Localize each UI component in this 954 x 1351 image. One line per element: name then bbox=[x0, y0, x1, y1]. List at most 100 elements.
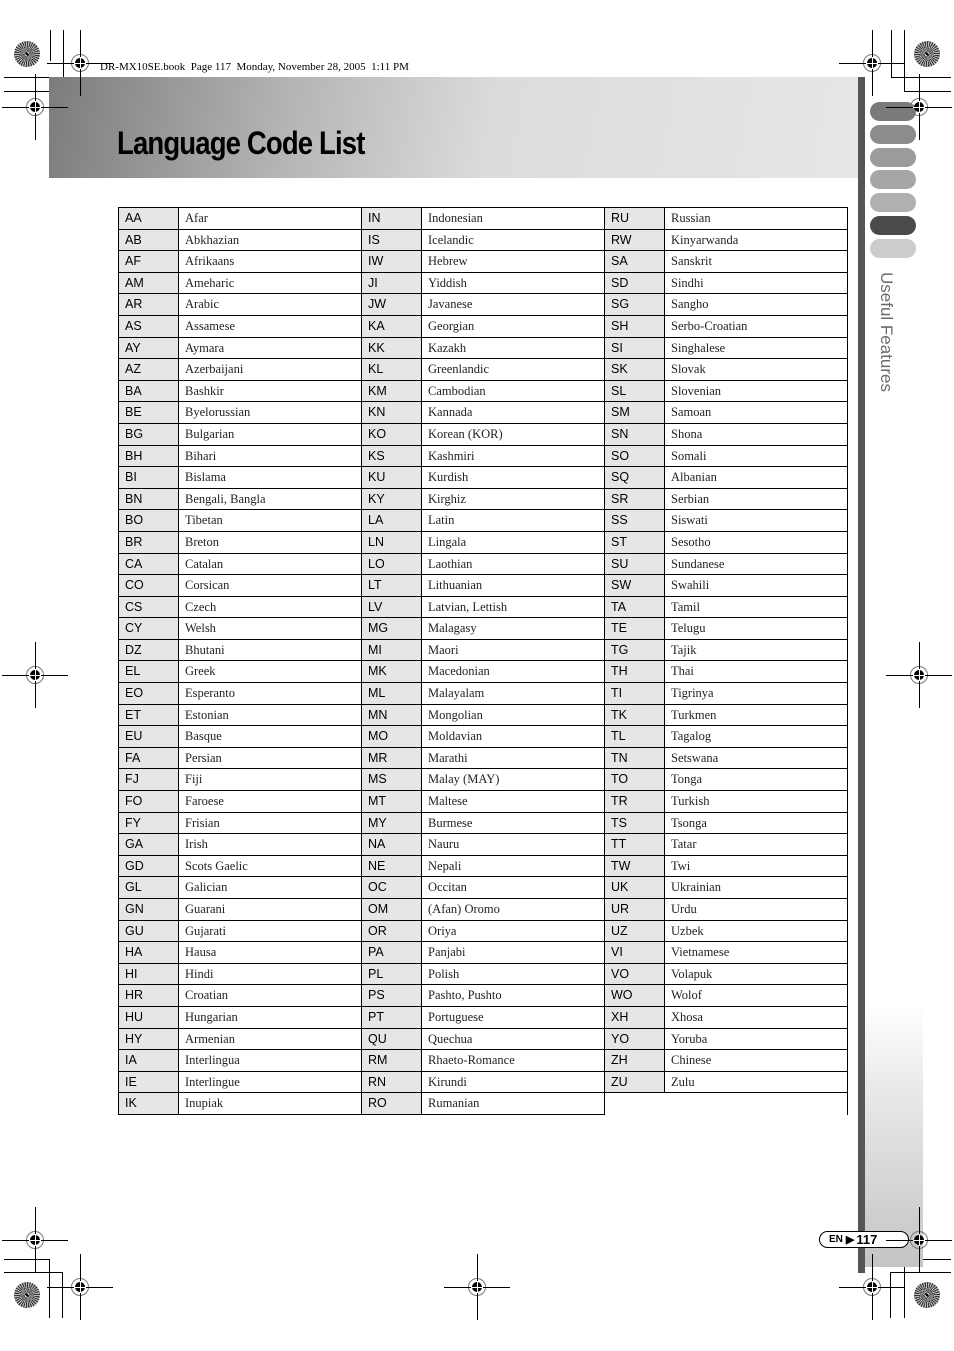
language-code: AR bbox=[119, 294, 179, 315]
crop-line bbox=[890, 1272, 891, 1318]
table-row: MO Moldavian bbox=[362, 725, 604, 747]
language-code: EU bbox=[119, 726, 179, 747]
language-code: EO bbox=[119, 683, 179, 704]
language-name: Bashkir bbox=[185, 383, 224, 398]
language-code: KO bbox=[362, 423, 422, 445]
table-row: AZ Azerbaijani bbox=[119, 358, 361, 380]
language-name: Latvian, Lettish bbox=[428, 599, 508, 614]
table-row: KN Kannada bbox=[362, 401, 604, 423]
language-code: MY bbox=[362, 812, 422, 834]
table-row: BH Bihari bbox=[119, 444, 361, 467]
language-name: Singhalese bbox=[671, 340, 726, 355]
table-row: AS Assamese bbox=[119, 314, 361, 337]
language-code: VO bbox=[605, 963, 665, 985]
table-row: SG Sangho bbox=[605, 293, 847, 315]
table-column: IN Indonesian IS Icelandic IW Hebrew JI Yiddish… bbox=[361, 207, 604, 1115]
language-name: Sundanese bbox=[671, 556, 725, 571]
language-code: MG bbox=[362, 618, 422, 639]
language-code: IE bbox=[119, 1071, 179, 1093]
language-code: CY bbox=[119, 618, 179, 639]
table-row: SS Siswati bbox=[605, 509, 847, 531]
table-row: ML Malayalam bbox=[362, 682, 604, 704]
language-name: Bengali, Bangla bbox=[185, 491, 266, 506]
language-name: Cambodian bbox=[428, 383, 486, 398]
language-name: Xhosa bbox=[671, 1009, 703, 1024]
language-name: Marathi bbox=[428, 750, 468, 765]
language-name: Greenlandic bbox=[428, 362, 490, 377]
language-code: TL bbox=[605, 726, 665, 747]
table-row: RM Rhaeto-Romance bbox=[362, 1049, 604, 1071]
language-name: Bhutani bbox=[185, 642, 225, 657]
language-code: UK bbox=[605, 877, 665, 898]
registration-mark-icon bbox=[444, 1254, 510, 1320]
color-target-icon bbox=[14, 1282, 40, 1308]
table-row: SI Singhalese bbox=[605, 336, 847, 359]
table-row: MI Maori bbox=[362, 638, 604, 661]
section-tab bbox=[870, 147, 916, 167]
table-row: KU Kurdish bbox=[362, 466, 604, 488]
table-row: LN Lingala bbox=[362, 530, 604, 553]
table-row: IE Interlingue bbox=[119, 1070, 361, 1093]
language-code: FA bbox=[119, 747, 179, 769]
table-row: CY Welsh bbox=[119, 617, 361, 639]
table-row: CO Corsican bbox=[119, 574, 361, 596]
table-column: RU Russian RW Kinyarwanda SA Sanskrit SD Sindhi… bbox=[604, 207, 848, 1115]
table-row: AM Ameharic bbox=[119, 271, 361, 294]
language-code: BA bbox=[119, 380, 179, 402]
table-row: IW Hebrew bbox=[362, 250, 604, 272]
language-code: GD bbox=[119, 855, 179, 877]
language-name: Aymara bbox=[185, 340, 225, 355]
table-row: SQ Albanian bbox=[605, 466, 847, 488]
language-code: BG bbox=[119, 423, 179, 445]
language-name: Volapuk bbox=[671, 966, 713, 981]
language-code: AF bbox=[119, 251, 179, 272]
language-name: Indonesian bbox=[428, 211, 483, 225]
language-name: Burmese bbox=[428, 815, 473, 830]
table-row: HR Croatian bbox=[119, 984, 361, 1006]
language-code: IW bbox=[362, 251, 422, 272]
language-code: TS bbox=[605, 812, 665, 834]
language-name: Sanskrit bbox=[671, 254, 712, 269]
table-row: NA Nauru bbox=[362, 833, 604, 855]
language-name: Bihari bbox=[185, 448, 217, 463]
language-code: YO bbox=[605, 1028, 665, 1050]
table-row: OR Oriya bbox=[362, 919, 604, 942]
language-name: Rhaeto-Romance bbox=[428, 1053, 515, 1068]
language-name: Arabic bbox=[185, 297, 220, 312]
registration-mark-icon bbox=[839, 1254, 905, 1320]
language-code: LN bbox=[362, 531, 422, 553]
page-title: Language Code List bbox=[117, 125, 365, 161]
language-code: BR bbox=[119, 531, 179, 553]
language-code: AA bbox=[119, 208, 179, 229]
language-code: HI bbox=[119, 963, 179, 985]
language-code: CA bbox=[119, 553, 179, 575]
table-row: PT Portuguese bbox=[362, 1005, 604, 1028]
language-code: HU bbox=[119, 1006, 179, 1028]
language-code: HR bbox=[119, 985, 179, 1006]
language-code: SR bbox=[605, 488, 665, 510]
language-code: LO bbox=[362, 553, 422, 575]
language-code: TN bbox=[605, 747, 665, 769]
side-gradient bbox=[865, 1002, 923, 1267]
table-row: SM Samoan bbox=[605, 401, 847, 423]
language-code: LT bbox=[362, 575, 422, 596]
table-row: RN Kirundi bbox=[362, 1070, 604, 1093]
table-row: AB Abkhazian bbox=[119, 228, 361, 251]
table-row: FA Persian bbox=[119, 746, 361, 769]
table-row: SR Serbian bbox=[605, 487, 847, 510]
language-name: Shona bbox=[671, 426, 703, 441]
table-row: LT Lithuanian bbox=[362, 574, 604, 596]
language-name: Uzbek bbox=[671, 923, 704, 938]
table-row: LV Latvian, Lettish bbox=[362, 595, 604, 618]
language-code: PS bbox=[362, 985, 422, 1006]
language-code: JW bbox=[362, 294, 422, 315]
language-name: Interlingue bbox=[185, 1074, 240, 1089]
table-row: IN Indonesian bbox=[362, 207, 604, 229]
crop-line bbox=[904, 91, 951, 92]
language-code: GA bbox=[119, 834, 179, 855]
language-code: TW bbox=[605, 855, 665, 877]
table-row: RU Russian bbox=[605, 207, 847, 229]
language-name: Hebrew bbox=[428, 254, 468, 269]
table-row: KL Greenlandic bbox=[362, 358, 604, 380]
table-row: IK Inupiak bbox=[119, 1092, 361, 1115]
